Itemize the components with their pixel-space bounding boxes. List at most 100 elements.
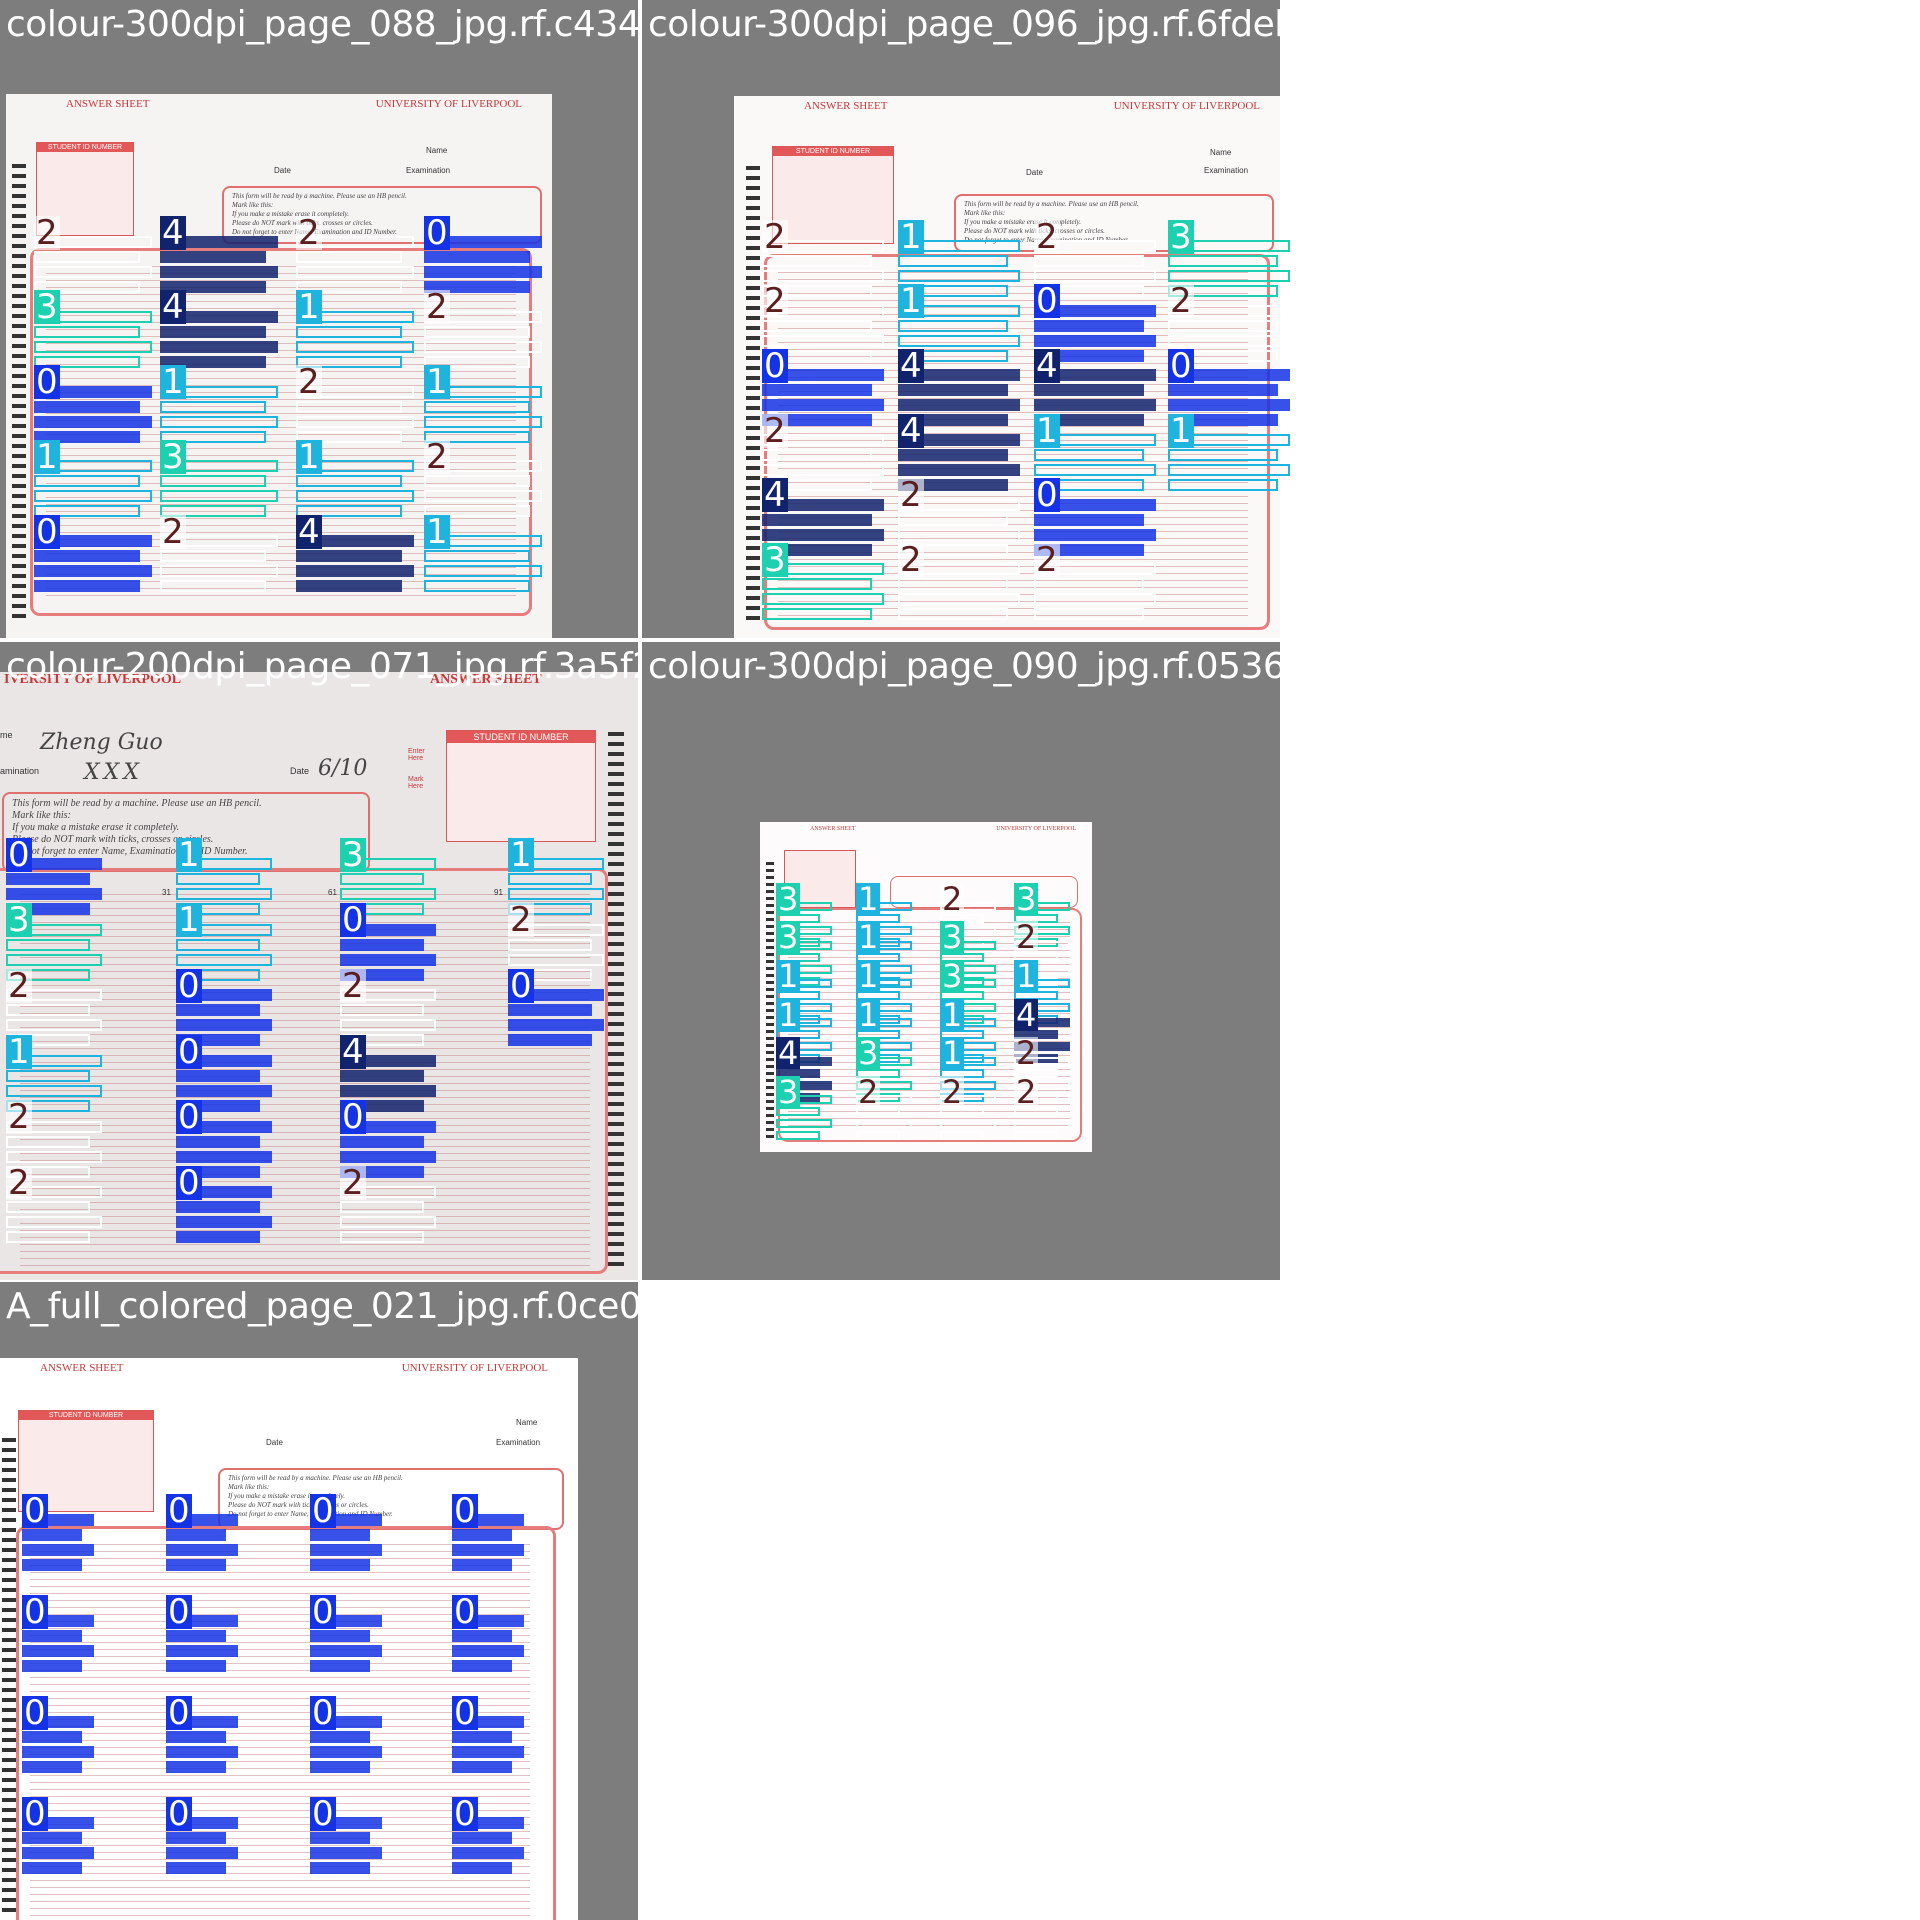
detection-box	[762, 399, 884, 412]
detection-class-label: 2	[856, 1073, 881, 1112]
instruction-line: This form will be read by a machine. Ple…	[228, 1474, 403, 1482]
detection-class-label: 0	[452, 1692, 478, 1733]
detection-box	[176, 1070, 260, 1082]
detection-box	[1034, 464, 1156, 476]
detection-class-label: 3	[160, 437, 186, 477]
detection-box	[22, 1832, 82, 1844]
detection-box	[6, 888, 102, 900]
detection-box	[1168, 384, 1278, 397]
detection-class-label: 3	[856, 1034, 881, 1073]
detection-box	[452, 1746, 524, 1758]
detection-box	[340, 873, 424, 885]
detection-box	[1034, 449, 1144, 461]
detection-box	[898, 513, 1008, 526]
tile-filename-label: colour-200dpi_page_071_jpg.rf.3a5f296ebf…	[6, 646, 638, 687]
handwritten-name: Zheng Guo	[40, 730, 163, 755]
detection-box	[452, 1660, 512, 1672]
detection-class-label: 0	[340, 1097, 366, 1138]
detection-box	[898, 319, 1008, 332]
sheet-header: ANSWER SHEET UNIVERSITY OF LIVERPOOL	[10, 1362, 568, 1376]
detection-box	[776, 1119, 832, 1129]
timing-marks	[766, 862, 774, 1142]
detection-class-label: 1	[856, 995, 881, 1034]
detection-class-label: 1	[424, 362, 450, 403]
detection-box	[6, 1216, 102, 1229]
detection-box	[310, 1731, 370, 1743]
detection-box	[340, 938, 424, 951]
detection-class-label: 0	[310, 1692, 336, 1733]
detection-box	[22, 1731, 82, 1743]
instruction-line: This form will be read by a machine. Ple…	[964, 200, 1139, 208]
detection-box	[898, 270, 1020, 282]
detection-box	[424, 565, 542, 578]
detection-class-label: 1	[424, 511, 450, 552]
detection-box	[340, 1070, 424, 1082]
detection-box	[898, 608, 1008, 621]
detection-box	[6, 873, 90, 885]
instruction-line: Mark like this:	[964, 209, 1006, 217]
question-number: 91	[494, 888, 503, 897]
detection-class-label: 2	[34, 212, 60, 253]
detection-box	[296, 325, 402, 338]
detection-box	[160, 580, 266, 593]
detection-box	[166, 1761, 226, 1773]
tile-filename-label: colour-300dpi_page_090_jpg.rf.053613ed09	[648, 646, 1280, 687]
detection-class-label: 3	[34, 287, 60, 328]
detection-box	[176, 1150, 272, 1163]
detection-box	[176, 873, 260, 885]
detection-class-label: 3	[6, 900, 32, 941]
empty-canvas-area	[1282, 0, 1920, 1920]
detection-class-label: 2	[898, 475, 924, 516]
detection-box	[1034, 578, 1144, 591]
detection-box	[898, 399, 1020, 412]
detection-box	[508, 873, 592, 885]
detection-class-label: 2	[762, 281, 788, 322]
detection-box	[310, 1832, 370, 1844]
detection-box	[296, 415, 414, 428]
detection-class-label: 1	[856, 957, 881, 996]
detection-box	[160, 251, 266, 263]
student-id-box: STUDENT ID NUMBER	[446, 730, 596, 842]
detection-box	[340, 1019, 436, 1032]
detection-box	[296, 251, 402, 263]
detection-box	[452, 1559, 512, 1571]
sheet-title: ANSWER SHEET	[40, 1362, 124, 1374]
detection-class-label: 4	[1034, 345, 1060, 386]
student-id-caption: STUDENT ID NUMBER	[19, 1411, 153, 1420]
detection-box	[296, 550, 402, 563]
detection-box	[508, 1004, 592, 1017]
detection-class-label: 2	[424, 437, 450, 477]
detection-box	[34, 475, 140, 488]
detection-box	[22, 1630, 82, 1642]
detection-box	[296, 400, 402, 413]
detection-class-label: 0	[310, 1591, 336, 1632]
detection-box	[762, 578, 872, 591]
instruction-line: This form will be read by a machine. Ple…	[232, 192, 407, 200]
detection-class-label: 2	[296, 212, 322, 253]
detection-box	[1168, 255, 1278, 267]
detection-class-label: 0	[22, 1591, 48, 1632]
detection-class-label: 1	[1034, 410, 1060, 451]
detection-box	[176, 953, 272, 966]
detection-box	[6, 1004, 90, 1017]
detection-box	[1034, 270, 1156, 282]
detection-class-label: 2	[160, 511, 186, 552]
detection-box	[508, 938, 592, 951]
enter-here-label: Enter Here	[408, 748, 425, 762]
detection-box	[166, 1559, 226, 1571]
detection-box	[1014, 1131, 1058, 1141]
detection-box	[310, 1630, 370, 1642]
student-id-box: STUDENT ID NUMBER	[772, 146, 894, 244]
detection-box	[6, 1201, 90, 1214]
detection-box	[160, 266, 278, 278]
detection-class-label: 1	[508, 834, 534, 875]
detection-box	[762, 464, 884, 476]
detection-class-label: 4	[898, 345, 924, 386]
sheet-header: ANSWER SHEET UNIVERSITY OF LIVERPOOL	[744, 100, 1270, 114]
detection-box	[34, 251, 140, 263]
detection-box	[1168, 334, 1290, 347]
detection-box	[898, 334, 1020, 347]
detection-box	[296, 580, 402, 593]
detection-box	[6, 1070, 90, 1082]
detection-box	[34, 580, 140, 593]
